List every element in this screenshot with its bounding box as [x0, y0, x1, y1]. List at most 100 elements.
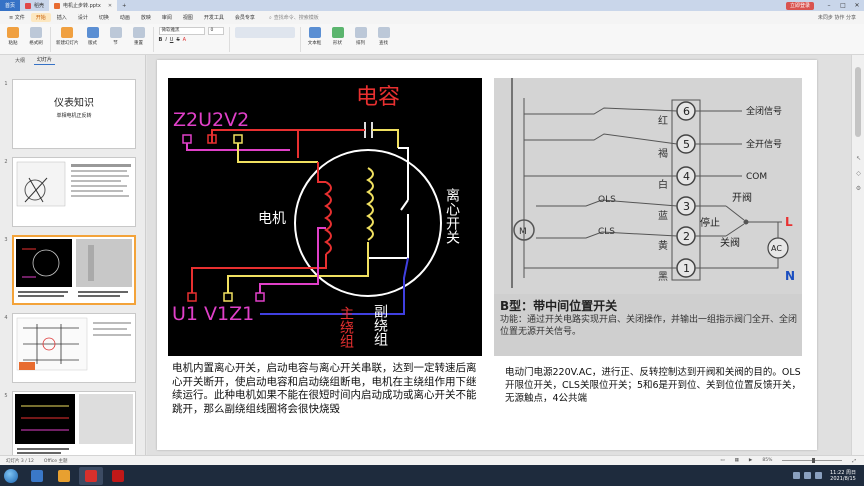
menu-bar: ≡ 文件 开始 插入 设计 切换 动画 放映 审阅 视图 开发工具 会员专享 ⌕… [0, 11, 864, 24]
capacitor-motor-diagram[interactable]: 电容 Z2U2V2 U1 V1Z1 电机 离心开关 主绕组 副绕组 [168, 78, 482, 356]
wire-blue-label: 蓝 [658, 210, 668, 222]
menu-insert[interactable]: 插入 [52, 13, 72, 22]
search-icon: ⌕ [268, 14, 272, 21]
open-valve-label: 开阀 [732, 191, 752, 204]
slide-number: 1 [4, 81, 8, 87]
arrange-label: 排列 [356, 41, 365, 46]
new-slide-button[interactable]: 新建幻灯片 [56, 27, 79, 46]
layout-button[interactable]: 版式 [84, 27, 102, 46]
motor-explanation-text[interactable]: 电机内置离心开关，启动电容与离心开关串联，达到一定转速后离心开关断开，使启动电容… [172, 362, 477, 416]
os-taskbar: 11:22 周日 2021/8/15 [0, 465, 864, 486]
wire-red-label: 红 [658, 114, 668, 127]
new-slide-label: 新建幻灯片 [56, 41, 79, 46]
menu-animation[interactable]: 动画 [115, 13, 135, 22]
reset-button[interactable]: 重置 [130, 27, 148, 46]
format-painter-button[interactable]: 格式刷 [27, 27, 45, 46]
centrifugal-switch-label: 离心开关 [444, 187, 460, 244]
tab-docer[interactable]: 稻壳 [20, 0, 49, 11]
minimize-icon[interactable]: – [822, 0, 836, 11]
valve-explanation-text[interactable]: 电动门电源220V.AC，进行正、反转控制达到开阀和关阀的目的。OLS开限位开关… [505, 366, 805, 405]
menu-transition[interactable]: 切换 [94, 13, 114, 22]
zoom-level: 85% [762, 458, 773, 463]
maximize-icon[interactable]: □ [836, 0, 850, 11]
section-icon [109, 27, 122, 38]
underline-button[interactable]: U [170, 37, 174, 43]
menu-design[interactable]: 设计 [73, 13, 93, 22]
new-tab-button[interactable]: + [117, 0, 131, 11]
start-button[interactable] [0, 465, 22, 486]
scroll-thumb[interactable] [855, 67, 861, 137]
play-icon[interactable]: ▶ [749, 458, 752, 463]
menu-developer[interactable]: 开发工具 [199, 13, 229, 22]
font-group: 微软雅黑 0 B I U S A [158, 27, 224, 43]
bold-button[interactable]: B [159, 37, 163, 43]
pptx-icon [54, 2, 61, 9]
italic-button[interactable]: I [165, 37, 166, 43]
slide-number: 3 [4, 237, 8, 243]
sync-share-area[interactable]: 未同步 协作 分享 [818, 14, 856, 21]
textbox-button[interactable]: 文本框 [306, 27, 324, 46]
section-button[interactable]: 节 [107, 27, 125, 46]
ribbon-divider [299, 27, 301, 52]
brush-icon [30, 27, 42, 38]
shapes-button[interactable]: 形状 [329, 27, 347, 46]
slide-thumbnail-5[interactable] [12, 391, 136, 461]
settings-icon[interactable]: ⚙ [855, 185, 862, 192]
menu-start[interactable]: 开始 [30, 13, 51, 22]
taskbar-app-wps[interactable] [79, 466, 103, 485]
menu-review[interactable]: 审阅 [157, 13, 177, 22]
volume-icon[interactable] [804, 472, 811, 479]
find-label: 查找 [379, 41, 388, 46]
paragraph-group[interactable] [234, 27, 295, 38]
select-tool-icon[interactable]: ↖ [855, 155, 862, 162]
signal-full-open: 全开信号 [746, 138, 782, 150]
find-button[interactable]: 查找 [375, 27, 393, 46]
shapes-tool-icon[interactable]: ◇ [855, 170, 862, 177]
neutral-label: N [785, 269, 795, 283]
valve-svg: M 6 5 4 3 2 1 红 褐 白 蓝 黄 黑 OLS CLS 全闭信号 全… [494, 78, 802, 356]
tab-outline[interactable]: 大纲 [12, 56, 28, 65]
font-size-select[interactable]: 0 [207, 27, 224, 35]
current-slide[interactable]: 电容 Z2U2V2 U1 V1Z1 电机 离心开关 主绕组 副绕组 M 6 5 … [157, 60, 817, 450]
paste-button[interactable]: 粘贴 [4, 27, 22, 46]
menu-slideshow[interactable]: 放映 [136, 13, 156, 22]
system-clock[interactable]: 11:22 周日 2021/8/15 [830, 470, 856, 482]
slide-thumbnail-1[interactable]: 仪表知识 单相电机正反转 [12, 79, 136, 149]
menu-member[interactable]: 会员专享 [230, 13, 260, 22]
font-color-button[interactable]: A [183, 37, 186, 43]
taskbar-app-browser[interactable] [25, 467, 49, 485]
zoom-knob[interactable] [812, 458, 816, 463]
taskbar-app-mediaplayer[interactable] [52, 467, 76, 485]
flag-icon[interactable] [815, 472, 822, 479]
vertical-scrollbar[interactable]: ↖ ◇ ⚙ [851, 55, 864, 455]
grid-view-icon[interactable]: ▦ [735, 458, 739, 463]
network-icon[interactable] [793, 472, 800, 479]
paste-icon [7, 27, 19, 38]
live-label: L [785, 215, 793, 229]
strike-button[interactable]: S [176, 37, 179, 43]
menu-file[interactable]: ≡ 文件 [4, 13, 30, 22]
slide-thumb-row: 2 [0, 157, 146, 227]
close-window-icon[interactable]: ✕ [850, 0, 864, 11]
arrange-button[interactable]: 排列 [352, 27, 370, 46]
font-name-select[interactable]: 微软雅黑 [158, 27, 205, 35]
normal-view-icon[interactable]: ▭ [720, 458, 724, 463]
valve-wiring-diagram[interactable]: M 6 5 4 3 2 1 红 褐 白 蓝 黄 黑 OLS CLS 全闭信号 全… [494, 78, 802, 356]
command-search[interactable]: ⌕ 查找命令、搜索模板 [268, 14, 319, 22]
slide-thumbnail-2[interactable] [12, 157, 136, 227]
tab-slides[interactable]: 幻灯片 [34, 55, 56, 65]
tab-home[interactable]: 首页 [0, 0, 21, 11]
wps-icon [85, 469, 97, 482]
main-winding-label: 主绕组 [338, 306, 354, 348]
tab-document[interactable]: 电机止步转.pptx ✕ [49, 0, 118, 11]
video-player-icon [112, 469, 124, 482]
taskbar-app-player[interactable] [106, 467, 130, 485]
close-tab-icon[interactable]: ✕ [108, 3, 112, 9]
textbox-label: 文本框 [307, 41, 322, 46]
zoom-slider[interactable] [782, 458, 843, 463]
login-button[interactable]: 立即登录 [785, 1, 814, 10]
slide-thumbnail-4[interactable] [12, 313, 136, 383]
slide-thumbnail-3[interactable] [12, 235, 136, 305]
menu-view[interactable]: 视图 [178, 13, 198, 22]
fit-window-icon[interactable]: ⤢ [852, 458, 856, 464]
